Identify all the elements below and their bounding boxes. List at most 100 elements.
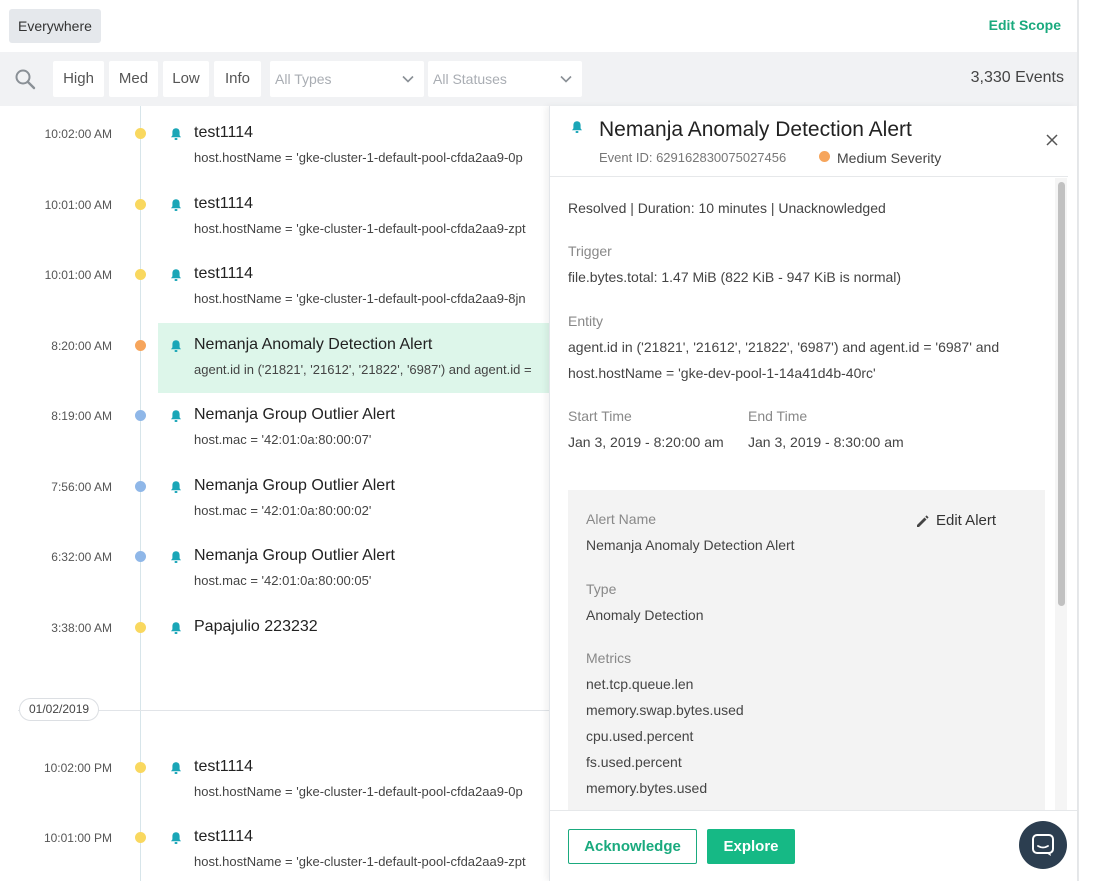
bell-icon bbox=[171, 269, 181, 281]
status-line: Resolved | Duration: 10 minutes | Unackn… bbox=[568, 200, 886, 216]
filter-bar: High Med Low Info All Types All Statuses… bbox=[0, 52, 1077, 106]
bell-icon bbox=[171, 198, 181, 211]
statuses-dropdown[interactable]: All Statuses bbox=[428, 61, 582, 97]
entity-value-line2: host.hostName = 'gke-dev-pool-1-14a41d4b… bbox=[568, 365, 876, 381]
severity-dot bbox=[135, 621, 146, 633]
event-time: 8:20:00 AM bbox=[51, 338, 112, 353]
bell-icon bbox=[171, 832, 181, 844]
types-dropdown[interactable]: All Types bbox=[270, 61, 424, 97]
alert-name-label: Alert Name bbox=[586, 511, 657, 527]
acknowledge-button[interactable]: Acknowledge bbox=[568, 829, 697, 864]
trigger-label: Trigger bbox=[568, 243, 612, 259]
event-timeline: 10:02:00 AM test1114 host.hostName = 'gke-… bbox=[0, 106, 549, 881]
timeline-event[interactable]: 10:02:00 PM test1114 host.hostName = 'gke-… bbox=[0, 747, 549, 817]
timeline-event[interactable]: 3:38:00 AM Papajulio 223232 bbox=[0, 607, 549, 677]
metrics-label: Metrics bbox=[586, 650, 632, 666]
bell-icon bbox=[171, 339, 181, 352]
type-value: Anomaly Detection bbox=[586, 607, 704, 623]
edit-alert-button[interactable]: Edit Alert bbox=[917, 512, 997, 529]
metric-item: memory.swap.bytes.used bbox=[586, 702, 744, 718]
timeline-event[interactable]: 7:56:00 AM Nemanja Group Outlier Alert hos… bbox=[0, 466, 549, 536]
metric-item: cpu.used.percent bbox=[586, 728, 694, 744]
severity-dot bbox=[819, 151, 830, 162]
end-time-label: End Time bbox=[748, 408, 808, 424]
timeline-event[interactable]: 8:19:00 AM Nemanja Group Outlier Alert hos… bbox=[0, 395, 549, 465]
event-time: 10:02:00 PM bbox=[43, 761, 112, 775]
trigger-value: file.bytes.total: 1.47 MiB (822 KiB - 94… bbox=[568, 269, 902, 285]
event-title: test1114 bbox=[194, 124, 254, 141]
event-description: host.hostName = 'gke-cluster-1-default-p… bbox=[194, 220, 526, 236]
filter-med-button[interactable]: Med bbox=[109, 61, 158, 97]
explore-button[interactable]: Explore bbox=[707, 829, 795, 864]
event-description: host.hostName = 'gke-cluster-1-default-p… bbox=[194, 854, 526, 869]
severity-dot bbox=[135, 269, 146, 280]
close-icon[interactable] bbox=[1046, 134, 1058, 146]
severity-dot bbox=[135, 410, 146, 421]
event-title: test1114 bbox=[194, 758, 254, 775]
edit-alert-label: Edit Alert bbox=[936, 512, 997, 529]
event-time: 10:02:00 AM bbox=[44, 127, 112, 141]
alert-name-value: Nemanja Anomaly Detection Alert bbox=[586, 537, 795, 553]
filter-high-button[interactable]: High bbox=[53, 61, 104, 97]
bell-icon bbox=[171, 762, 181, 774]
event-title: Nemanja Group Outlier Alert bbox=[194, 406, 395, 423]
event-title: test1114 bbox=[194, 194, 254, 212]
timeline-event[interactable]: 6:32:00 AM Nemanja Group Outlier Alert hos… bbox=[0, 536, 549, 606]
event-title: test1114 bbox=[194, 828, 254, 845]
chevron-down-icon bbox=[560, 75, 572, 83]
bell-icon bbox=[171, 551, 181, 563]
event-title: test1114 bbox=[194, 265, 254, 282]
bell-icon bbox=[171, 621, 181, 634]
metric-item: net.tcp.queue.len bbox=[586, 676, 694, 692]
filter-info-button[interactable]: Info bbox=[214, 61, 261, 97]
metric-item: memory.bytes.used bbox=[586, 780, 708, 796]
timeline-event[interactable]: 10:01:00 AM test1114 host.hostName = 'gke-… bbox=[0, 254, 549, 324]
severity-dot bbox=[135, 832, 146, 843]
selected-highlight bbox=[158, 322, 549, 393]
timeline-event[interactable]: 8:20:00 AM Nemanja Anomaly Detection Aler… bbox=[0, 322, 549, 395]
scrollbar-thumb[interactable] bbox=[1058, 182, 1065, 606]
top-bar: Everywhere Edit Scope bbox=[0, 0, 1077, 52]
search-icon[interactable] bbox=[14, 68, 38, 90]
window-edge-divider bbox=[1077, 0, 1079, 881]
chat-launcher-button[interactable] bbox=[1019, 821, 1067, 869]
timeline-event[interactable]: 10:01:00 PM test1114 host.hostName = 'gke-… bbox=[0, 817, 549, 881]
metric-item: fs.used.percent bbox=[586, 754, 682, 770]
event-detail-panel: Nemanja Anomaly Detection Alert Event ID… bbox=[549, 106, 1077, 881]
bell-icon bbox=[171, 480, 181, 493]
entity-label: Entity bbox=[568, 313, 604, 329]
types-dropdown-value: All Types bbox=[275, 71, 332, 87]
detail-scroll-area[interactable]: Resolved | Duration: 10 minutes | Unackn… bbox=[550, 176, 1068, 811]
chat-icon bbox=[1032, 834, 1054, 856]
severity-dot bbox=[135, 339, 146, 351]
event-title: Nemanja Anomaly Detection Alert bbox=[194, 335, 433, 353]
bell-icon bbox=[572, 121, 582, 133]
event-time: 10:01:00 PM bbox=[43, 831, 112, 845]
event-description: host.hostName = 'gke-cluster-1-default-p… bbox=[194, 291, 526, 306]
event-description: host.hostName = 'gke-cluster-1-default-p… bbox=[194, 150, 523, 165]
app: Everywhere Edit Scope High Med Low Info … bbox=[0, 0, 1093, 881]
event-time: 10:01:00 AM bbox=[44, 197, 112, 212]
severity-dot bbox=[135, 762, 146, 773]
detail-title: Nemanja Anomaly Detection Alert bbox=[599, 118, 912, 141]
event-description: host.mac = '42:01:0a:80:00:07' bbox=[194, 432, 372, 447]
event-time: 7:56:00 AM bbox=[51, 479, 112, 494]
alert-info-box: Alert Name Nemanja Anomaly Detection Ale… bbox=[568, 490, 1045, 811]
severity-dot bbox=[135, 198, 146, 210]
event-description: agent.id in ('21821', '21612', '21822', … bbox=[194, 361, 532, 377]
event-time: 10:01:00 AM bbox=[44, 268, 112, 282]
severity-dot bbox=[135, 480, 146, 492]
event-time: 3:38:00 AM bbox=[51, 620, 112, 635]
start-time-value: Jan 3, 2019 - 8:20:00 am bbox=[568, 434, 724, 450]
bell-icon bbox=[171, 128, 181, 140]
end-time-value: Jan 3, 2019 - 8:30:00 am bbox=[748, 434, 904, 450]
event-title: Nemanja Group Outlier Alert bbox=[194, 547, 395, 564]
timeline-event[interactable]: 10:02:00 AM test1114 host.hostName = 'gke-… bbox=[0, 113, 549, 183]
event-description: host.mac = '42:01:0a:80:00:05' bbox=[194, 573, 372, 588]
timeline-event[interactable]: 10:01:00 AM test1114 host.hostName = 'gke-… bbox=[0, 184, 549, 254]
bell-icon bbox=[171, 410, 181, 422]
scope-button[interactable]: Everywhere bbox=[9, 9, 101, 43]
filter-low-button[interactable]: Low bbox=[163, 61, 209, 97]
event-time: 6:32:00 AM bbox=[51, 550, 112, 564]
edit-scope-link[interactable]: Edit Scope bbox=[989, 17, 1061, 33]
